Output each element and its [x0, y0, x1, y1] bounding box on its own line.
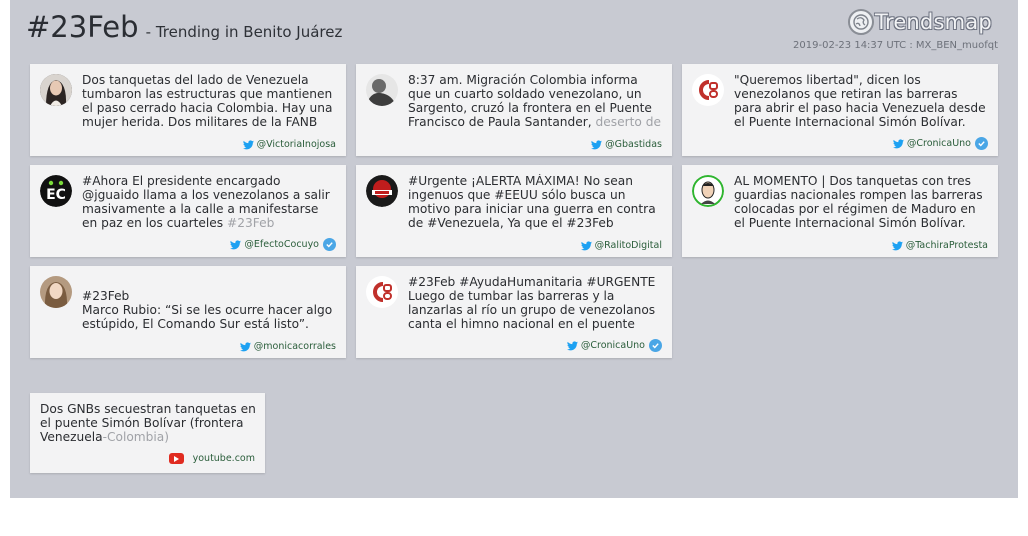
globe-icon [848, 9, 874, 35]
video-source-label[interactable]: youtube.com [193, 453, 255, 464]
tweet-author[interactable]: @monicacorrales [239, 341, 336, 352]
tweet-card[interactable]: Dos tanquetas del lado de Venezuela tumb… [30, 64, 346, 156]
user-avatar[interactable] [40, 74, 72, 106]
tweet-text: #23Feb Marco Rubio: “Si se les ocurre ha… [82, 289, 333, 331]
twitter-bird-icon [239, 341, 251, 351]
video-card[interactable]: Dos GNBs secuestran tanquetas en el puen… [30, 393, 265, 473]
trendsmap-logo[interactable]: Trendsmap [848, 6, 992, 38]
tweet-card[interactable]: AL MOMENTO | Dos tanquetas con tres guar… [682, 165, 998, 257]
video-title[interactable]: Dos GNBs secuestran tanquetas en el puen… [40, 402, 260, 444]
page-title: #23Feb - Trending in Benito Juárez [26, 10, 342, 44]
tweet-author[interactable]: @CronicaUno [566, 339, 662, 352]
tweet-author[interactable]: @Gbastidas [591, 139, 662, 150]
tweet-author[interactable]: @VictoriaInojosa [242, 139, 336, 150]
tweet-card[interactable]: 8:37 am. Migración Colombia informa que … [356, 64, 672, 156]
tweet-author[interactable]: @CronicaUno [892, 137, 988, 150]
youtube-icon [168, 453, 184, 464]
tweet-text: AL MOMENTO | Dos tanquetas con tres guar… [734, 174, 983, 231]
tweet-text: 8:37 am. Migración Colombia informa que … [408, 73, 661, 129]
tweet-username[interactable]: @RalitoDigital [595, 240, 662, 251]
tweet-author[interactable]: @TachiraProtesta [891, 240, 988, 251]
tweet-username[interactable]: @CronicaUno [581, 340, 645, 351]
user-avatar[interactable] [692, 175, 724, 207]
tweet-username[interactable]: @monicacorrales [254, 341, 336, 352]
user-avatar[interactable] [366, 175, 398, 207]
video-source[interactable]: youtube.com [168, 453, 255, 464]
tweet-card[interactable]: #23Feb #AyudaHumanitaria #URGENTE Luego … [356, 266, 672, 358]
user-avatar[interactable] [40, 276, 72, 308]
location-subtitle: - Trending in Benito Juárez [145, 23, 343, 41]
tweet-username[interactable]: @VictoriaInojosa [257, 139, 336, 150]
hashtag-title[interactable]: #23Feb [26, 10, 139, 44]
tweet-card[interactable]: #23Feb Marco Rubio: “Si se les ocurre ha… [30, 266, 346, 358]
twitter-bird-icon [891, 240, 903, 250]
tweet-username[interactable]: @Gbastidas [605, 139, 662, 150]
twitter-bird-icon [892, 138, 904, 148]
user-avatar[interactable]: EC [40, 175, 72, 207]
tweet-username[interactable]: @TachiraProtesta [906, 240, 988, 251]
verified-badge-icon [649, 339, 662, 352]
twitter-bird-icon [566, 340, 578, 350]
tweet-card[interactable]: EC #Ahora El presidente encargado @jguai… [30, 165, 346, 257]
svg-text:EC: EC [46, 187, 66, 203]
tweet-text: Dos tanquetas del lado de Venezuela tumb… [82, 73, 333, 129]
brand-wordmark: Trendsmap [875, 10, 992, 34]
tweet-author[interactable]: @RalitoDigital [580, 240, 662, 251]
timestamp-label: 2019-02-23 14:37 UTC : MX_BEN_muofqt [793, 40, 998, 51]
tweet-text: #Urgente ¡ALERTA MÁXIMA! No sean ingenuo… [408, 174, 656, 230]
tweet-author[interactable]: @EfectoCocuyo [230, 238, 336, 251]
tweet-card[interactable]: "Queremos libertad", dicen los venezolan… [682, 64, 998, 156]
twitter-bird-icon [591, 139, 603, 149]
tweet-card[interactable]: #Urgente ¡ALERTA MÁXIMA! No sean ingenuo… [356, 165, 672, 257]
verified-badge-icon [975, 137, 988, 150]
verified-badge-icon [323, 238, 336, 251]
tweet-text: "Queremos libertad", dicen los venezolan… [734, 73, 986, 130]
tweet-username[interactable]: @EfectoCocuyo [244, 239, 319, 250]
user-avatar[interactable] [366, 276, 398, 308]
twitter-bird-icon [230, 239, 242, 249]
tweet-text: #23Feb #AyudaHumanitaria #URGENTE Luego … [408, 275, 656, 331]
tweet-username[interactable]: @CronicaUno [907, 138, 971, 149]
user-avatar[interactable] [366, 74, 398, 106]
twitter-bird-icon [580, 240, 592, 250]
twitter-bird-icon [242, 139, 254, 149]
user-avatar[interactable] [692, 74, 724, 106]
tweet-text: #Ahora El presidente encargado @jguaido … [82, 174, 330, 230]
